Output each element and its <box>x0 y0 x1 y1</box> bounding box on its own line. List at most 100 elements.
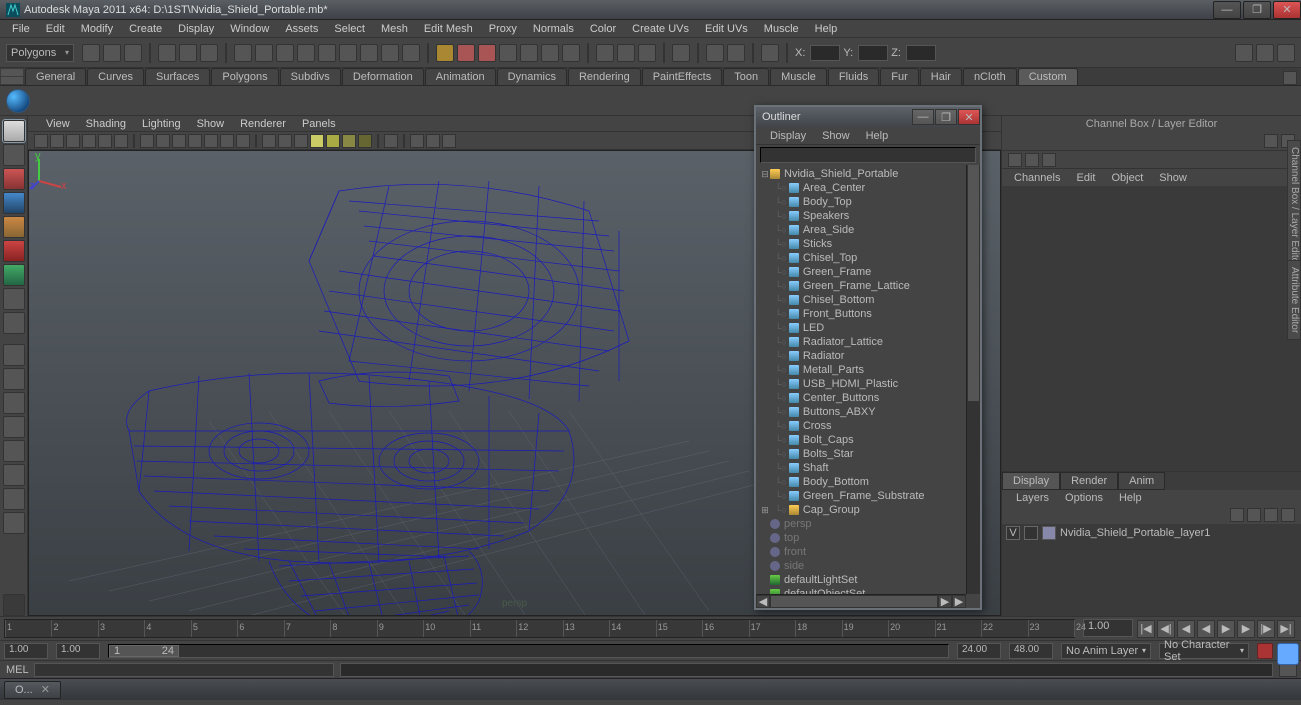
menu-edit[interactable]: Edit <box>38 21 73 37</box>
vp-2d-pan-icon[interactable] <box>98 134 112 148</box>
vp-field-chart-icon[interactable] <box>204 134 218 148</box>
menu-edituvs[interactable]: Edit UVs <box>697 21 756 37</box>
outliner-item[interactable]: └○Bolts_Star <box>756 447 980 461</box>
vp-safe-action-icon[interactable] <box>220 134 234 148</box>
cb-speed-icon[interactable] <box>1025 153 1039 167</box>
outliner-item[interactable]: ⊞ └○Cap_Group <box>756 503 980 517</box>
layer-move-up-icon[interactable] <box>1230 508 1244 522</box>
outliner-item[interactable]: └○Area_Center <box>756 181 980 195</box>
shelf-tab-general[interactable]: General <box>25 68 86 85</box>
shelf-menu-icon[interactable] <box>1 77 23 84</box>
outliner-item[interactable]: persp <box>756 517 980 531</box>
shelf-tab-ncloth[interactable]: nCloth <box>963 68 1017 85</box>
shelf-dock-icon[interactable] <box>1283 71 1297 85</box>
vp-menu-view[interactable]: View <box>38 118 78 130</box>
cb-menu-object[interactable]: Object <box>1103 172 1151 184</box>
menu-window[interactable]: Window <box>222 21 277 37</box>
outliner-item[interactable]: └○Bolt_Caps <box>756 433 980 447</box>
scroll-right2-icon[interactable]: ▶ <box>952 595 966 608</box>
four-view-icon[interactable] <box>3 368 25 390</box>
outliner-item[interactable]: ⊟Nvidia_Shield_Portable <box>756 167 980 181</box>
taskbar-close-icon[interactable]: ✕ <box>41 683 50 696</box>
snap-misc2-icon[interactable] <box>381 44 399 62</box>
outliner-item[interactable]: └○Green_Frame_Lattice <box>756 279 980 293</box>
outliner-item[interactable]: defaultLightSet <box>756 573 980 587</box>
outliner-item[interactable]: └○Radiator_Lattice <box>756 335 980 349</box>
range-thumb[interactable]: 124 <box>109 645 179 657</box>
outliner-minimize-button[interactable]: — <box>912 109 934 125</box>
outliner-titlebar[interactable]: Outliner — ❐ ✕ <box>756 107 980 127</box>
persp-graph-icon[interactable] <box>3 416 25 438</box>
coord-x-field[interactable] <box>810 45 840 61</box>
shelf-tab-hair[interactable]: Hair <box>920 68 962 85</box>
persp-outliner-icon[interactable] <box>3 392 25 414</box>
step-back-key-button[interactable]: ◀| <box>1157 620 1175 638</box>
maximize-button[interactable]: ❐ <box>1243 1 1271 19</box>
current-time-field[interactable]: 1.00 <box>1083 619 1133 637</box>
construction-history-icon[interactable] <box>638 44 656 62</box>
vp-ao-icon[interactable] <box>358 134 372 148</box>
outliner-maximize-button[interactable]: ❐ <box>935 109 957 125</box>
range-end-inner[interactable]: 24.00 <box>957 643 1001 659</box>
outliner-item[interactable]: └○Center_Buttons <box>756 391 980 405</box>
outliner-item[interactable]: └○Buttons_ABXY <box>756 405 980 419</box>
goto-start-button[interactable]: |◀ <box>1137 620 1155 638</box>
select-tool-icon[interactable] <box>3 120 25 142</box>
menu-modify[interactable]: Modify <box>73 21 121 37</box>
last-tool-icon[interactable] <box>3 594 25 616</box>
shelf-tab-toon[interactable]: Toon <box>723 68 769 85</box>
scale-tool-icon[interactable] <box>3 240 25 262</box>
outliner-item[interactable]: └○Speakers <box>756 209 980 223</box>
outliner-item[interactable]: └○Metall_Parts <box>756 363 980 377</box>
command-input[interactable] <box>34 663 334 677</box>
step-back-button[interactable]: ◀ <box>1177 620 1195 638</box>
move-tool-icon[interactable] <box>3 192 25 214</box>
teamviewer-icon[interactable] <box>1277 643 1299 665</box>
outliner-item[interactable]: top <box>756 531 980 545</box>
menu-muscle[interactable]: Muscle <box>756 21 807 37</box>
vp-light-icon[interactable] <box>310 134 324 148</box>
snap-live-icon[interactable] <box>318 44 336 62</box>
transform-mode-icon[interactable] <box>761 44 779 62</box>
layer-visibility-toggle[interactable]: V <box>1006 526 1020 540</box>
render-view-icon[interactable] <box>520 44 538 62</box>
taskbar-outliner-button[interactable]: O...✕ <box>4 681 61 699</box>
channel-box-dock-icon[interactable] <box>1264 134 1278 148</box>
channel-box-toggle-icon[interactable] <box>1277 44 1295 62</box>
snap-view-icon[interactable] <box>339 44 357 62</box>
vp-xray-icon[interactable] <box>410 134 424 148</box>
shelf-tab-subdivs[interactable]: Subdivs <box>280 68 341 85</box>
vp-isolate-icon[interactable] <box>384 134 398 148</box>
vp-menu-shading[interactable]: Shading <box>78 118 134 130</box>
script-editor-icon[interactable] <box>3 512 25 534</box>
scroll-left-icon[interactable]: ◀ <box>756 595 770 608</box>
universal-manip-icon[interactable] <box>3 264 25 286</box>
layer-tab-anim[interactable]: Anim <box>1118 472 1165 490</box>
coord-z-field[interactable] <box>906 45 936 61</box>
vp-shaded-icon[interactable] <box>278 134 292 148</box>
ipr-render-icon[interactable] <box>457 44 475 62</box>
character-set-combo[interactable]: No Character Set <box>1159 643 1249 659</box>
outliner-close-button[interactable]: ✕ <box>958 109 980 125</box>
cb-menu-channels[interactable]: Channels <box>1006 172 1068 184</box>
vp-lock-camera-icon[interactable] <box>50 134 64 148</box>
shelf-toggle-icon[interactable] <box>1 69 23 76</box>
cb-menu-show[interactable]: Show <box>1151 172 1195 184</box>
vp-safe-title-icon[interactable] <box>236 134 250 148</box>
range-end-outer[interactable]: 48.00 <box>1009 643 1053 659</box>
hypershade-persp-icon[interactable] <box>3 440 25 462</box>
render-misc-icon[interactable] <box>541 44 559 62</box>
vp-gate-mask-icon[interactable] <box>188 134 202 148</box>
outliner-menu-help[interactable]: Help <box>858 130 897 142</box>
coord-y-field[interactable] <box>858 45 888 61</box>
shelf-tab-surfaces[interactable]: Surfaces <box>145 68 210 85</box>
show-manips2-icon[interactable] <box>727 44 745 62</box>
outliner-item[interactable]: └○Sticks <box>756 237 980 251</box>
outliner-item[interactable]: └○Chisel_Top <box>756 251 980 265</box>
rotate-tool-icon[interactable] <box>3 216 25 238</box>
shelf-tab-rendering[interactable]: Rendering <box>568 68 641 85</box>
outliner-item[interactable]: └○Green_Frame <box>756 265 980 279</box>
play-forward-button[interactable]: ▶ <box>1217 620 1235 638</box>
menu-createuvs[interactable]: Create UVs <box>624 21 697 37</box>
attribute-editor-toggle-icon[interactable] <box>1235 44 1253 62</box>
